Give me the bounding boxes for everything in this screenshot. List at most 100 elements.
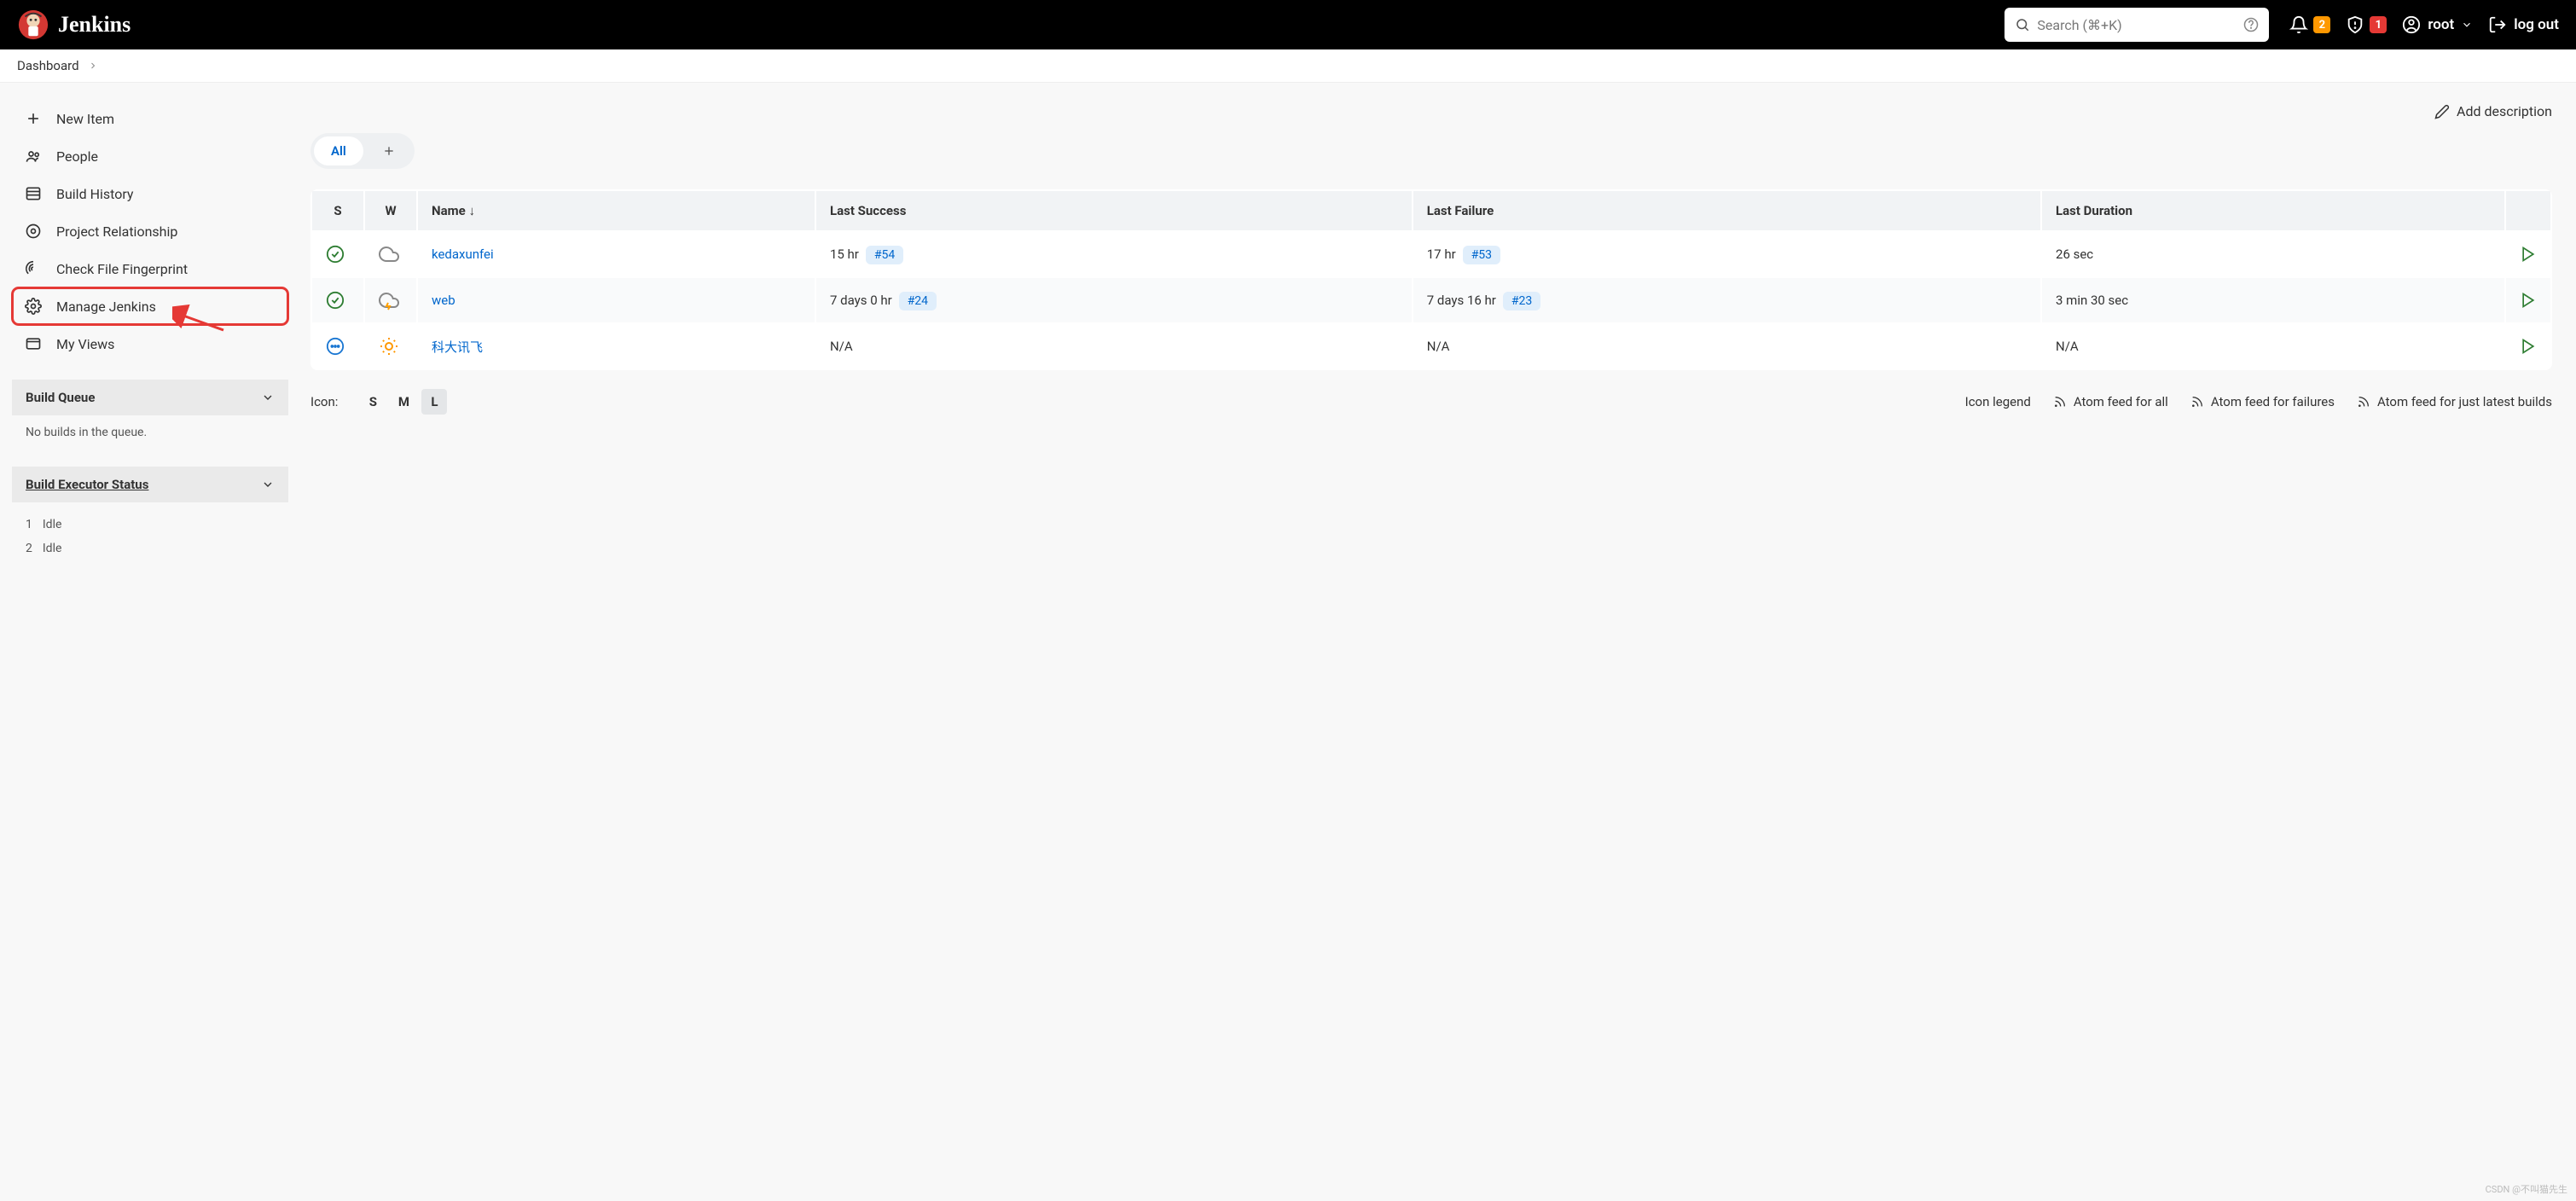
sidebar-item-people[interactable]: People bbox=[12, 137, 288, 175]
tab-all[interactable]: All bbox=[314, 136, 363, 165]
sidebar: New Item People Build History Project Re… bbox=[0, 83, 300, 588]
icon-size-l[interactable]: L bbox=[421, 389, 447, 415]
status-cell bbox=[312, 278, 363, 322]
weather-cell bbox=[365, 278, 416, 322]
sidebar-item-label: Project Relationship bbox=[56, 223, 177, 240]
help-icon[interactable] bbox=[2243, 17, 2259, 32]
jobs-table: S W Name ↓ Last Success Last Failure Las… bbox=[310, 189, 2552, 370]
build-queue-body: No builds in the queue. bbox=[12, 415, 288, 450]
sidebar-item-project-relationship[interactable]: Project Relationship bbox=[12, 212, 288, 250]
breadcrumb: Dashboard bbox=[0, 49, 2576, 83]
add-description-button[interactable]: Add description bbox=[310, 103, 2552, 119]
table-row: kedaxunfei 15 hr#54 17 hr#53 26 sec bbox=[312, 232, 2550, 276]
col-last-failure[interactable]: Last Failure bbox=[1413, 191, 2040, 230]
panel-title: Build Queue bbox=[26, 390, 95, 405]
job-link[interactable]: web bbox=[432, 293, 455, 308]
chevron-right-icon bbox=[88, 61, 98, 71]
col-weather[interactable]: W bbox=[365, 191, 416, 230]
alerts-button[interactable]: 1 bbox=[2346, 15, 2387, 34]
executor-row: 2Idle bbox=[26, 537, 275, 560]
header-bar: Jenkins 2 1 root log out bbox=[0, 0, 2576, 49]
fingerprint-icon bbox=[24, 259, 43, 278]
col-last-success[interactable]: Last Success bbox=[816, 191, 1412, 230]
sort-down-icon: ↓ bbox=[468, 203, 475, 218]
duration-cell: 3 min 30 sec bbox=[2042, 278, 2504, 322]
sidebar-item-manage-jenkins[interactable]: Manage Jenkins bbox=[12, 287, 288, 325]
username: root bbox=[2428, 16, 2454, 33]
search-icon bbox=[2015, 17, 2030, 32]
app-name: Jenkins bbox=[58, 12, 131, 38]
user-icon bbox=[2402, 15, 2421, 34]
notif-badge: 2 bbox=[2313, 16, 2330, 33]
breadcrumb-item[interactable]: Dashboard bbox=[17, 58, 79, 73]
watermark: CSDN @不叫猫先生 bbox=[2486, 1182, 2567, 1196]
bell-icon bbox=[2289, 15, 2308, 34]
last-failure-cell: N/A bbox=[1413, 324, 2040, 368]
col-name[interactable]: Name ↓ bbox=[418, 191, 815, 230]
main-content: Add description All S W Name ↓ Last Succ… bbox=[300, 83, 2576, 588]
build-badge[interactable]: #53 bbox=[1463, 246, 1500, 264]
view-tabs: All bbox=[310, 133, 415, 169]
chevron-down-icon bbox=[2461, 19, 2473, 31]
weather-cell bbox=[365, 324, 416, 368]
job-link[interactable]: 科大讯飞 bbox=[432, 339, 483, 355]
table-footer: Icon: SML Icon legend Atom feed for all … bbox=[310, 389, 2552, 415]
logout-icon bbox=[2488, 15, 2507, 34]
user-menu[interactable]: root bbox=[2402, 15, 2473, 34]
icon-size-label: Icon: bbox=[310, 394, 338, 409]
last-success-cell: N/A bbox=[816, 324, 1412, 368]
run-button[interactable] bbox=[2506, 324, 2550, 368]
table-row: 科大讯飞 N/A N/A N/A bbox=[312, 324, 2550, 368]
alert-badge: 1 bbox=[2370, 16, 2387, 33]
sidebar-item-my-views[interactable]: My Views bbox=[12, 325, 288, 363]
search-input[interactable] bbox=[2037, 17, 2237, 33]
icon-size-s[interactable]: S bbox=[360, 389, 386, 415]
chevron-down-icon bbox=[261, 478, 275, 491]
build-queue-panel: Build Queue No builds in the queue. bbox=[12, 380, 288, 450]
sidebar-item-label: Check File Fingerprint bbox=[56, 261, 188, 277]
executor-row: 1Idle bbox=[26, 513, 275, 537]
feed-latest-link[interactable]: Atom feed for just latest builds bbox=[2357, 394, 2552, 409]
gear-icon bbox=[24, 297, 43, 316]
executor-panel: Build Executor Status 1Idle 2Idle bbox=[12, 467, 288, 571]
sidebar-item-label: Build History bbox=[56, 186, 133, 202]
icon-legend-link[interactable]: Icon legend bbox=[1965, 394, 2031, 409]
history-icon bbox=[24, 184, 43, 203]
feed-all-link[interactable]: Atom feed for all bbox=[2053, 394, 2168, 409]
jenkins-logo-icon bbox=[17, 9, 49, 41]
search-box[interactable] bbox=[2005, 8, 2269, 42]
build-queue-header[interactable]: Build Queue bbox=[12, 380, 288, 415]
job-link[interactable]: kedaxunfei bbox=[432, 247, 494, 262]
col-status[interactable]: S bbox=[312, 191, 363, 230]
relationship-icon bbox=[24, 222, 43, 241]
people-icon bbox=[24, 147, 43, 165]
sidebar-item-build-history[interactable]: Build History bbox=[12, 175, 288, 212]
table-row: web 7 days 0 hr#24 7 days 16 hr#23 3 min… bbox=[312, 278, 2550, 322]
build-badge[interactable]: #24 bbox=[899, 292, 937, 310]
last-failure-cell: 17 hr#53 bbox=[1413, 232, 2040, 276]
sidebar-item-fingerprint[interactable]: Check File Fingerprint bbox=[12, 250, 288, 287]
logout-label: log out bbox=[2514, 16, 2559, 33]
logo[interactable]: Jenkins bbox=[17, 9, 131, 41]
logout-button[interactable]: log out bbox=[2488, 15, 2559, 34]
plus-icon bbox=[382, 144, 396, 158]
icon-size-m[interactable]: M bbox=[391, 389, 416, 415]
build-badge[interactable]: #54 bbox=[866, 246, 903, 264]
build-badge[interactable]: #23 bbox=[1503, 292, 1540, 310]
run-button[interactable] bbox=[2506, 232, 2550, 276]
sidebar-item-label: People bbox=[56, 148, 98, 165]
weather-cell bbox=[365, 232, 416, 276]
last-success-cell: 7 days 0 hr#24 bbox=[816, 278, 1412, 322]
notifications-button[interactable]: 2 bbox=[2289, 15, 2330, 34]
status-cell bbox=[312, 324, 363, 368]
chevron-down-icon bbox=[261, 391, 275, 404]
col-last-duration[interactable]: Last Duration bbox=[2042, 191, 2504, 230]
executor-body: 1Idle 2Idle bbox=[12, 502, 288, 571]
sidebar-item-new-item[interactable]: New Item bbox=[12, 100, 288, 137]
executor-header[interactable]: Build Executor Status bbox=[12, 467, 288, 502]
sidebar-item-label: New Item bbox=[56, 111, 114, 127]
sidebar-item-label: Manage Jenkins bbox=[56, 299, 156, 315]
feed-failures-link[interactable]: Atom feed for failures bbox=[2190, 394, 2335, 409]
tab-add[interactable] bbox=[367, 136, 411, 165]
run-button[interactable] bbox=[2506, 278, 2550, 322]
